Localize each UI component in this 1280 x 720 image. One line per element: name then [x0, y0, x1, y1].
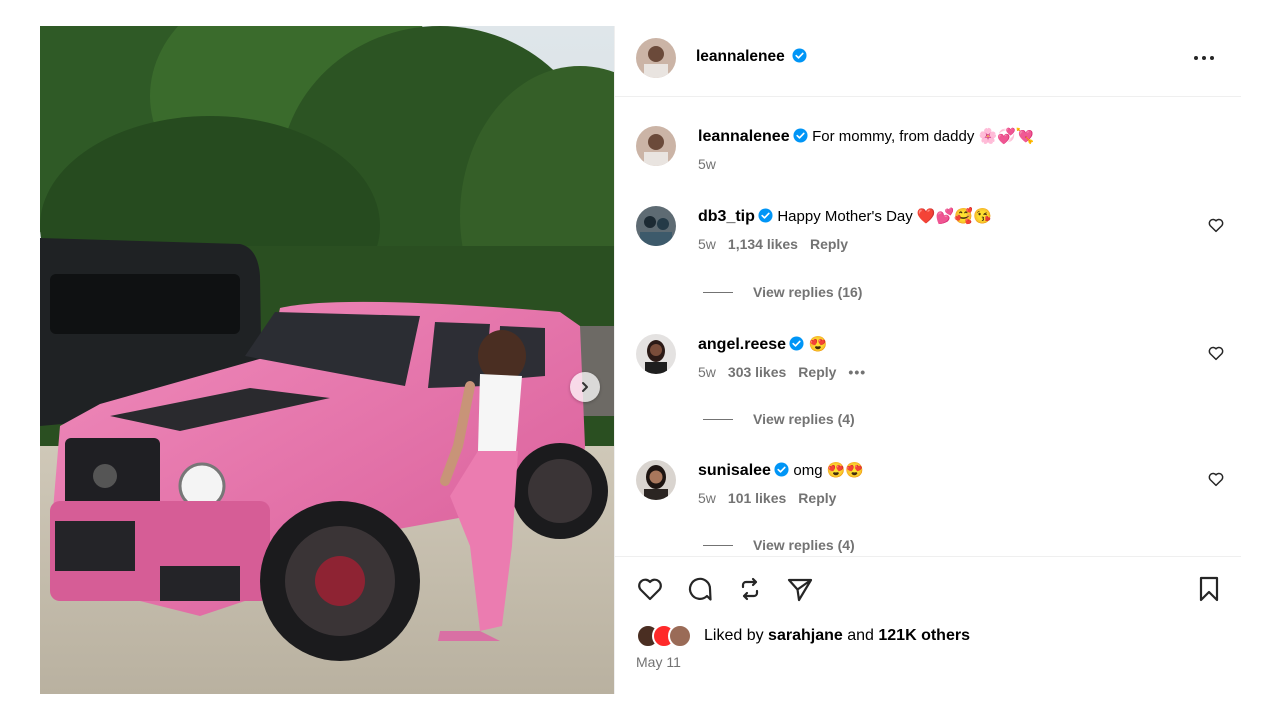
like-icon[interactable]	[635, 574, 665, 604]
heart-icon[interactable]	[1207, 216, 1225, 234]
caption-text: leannalenee For mommy, from daddy 🌸💞💘	[698, 126, 1181, 148]
caption-username[interactable]: leannalenee	[698, 128, 790, 145]
comment-icon[interactable]	[685, 574, 715, 604]
heart-icon[interactable]	[1207, 470, 1225, 488]
author-username-text[interactable]: leannalenee	[696, 48, 785, 65]
replies-divider	[703, 291, 733, 293]
reply-button[interactable]: Reply	[810, 236, 848, 252]
reply-button[interactable]: Reply	[798, 490, 836, 506]
verified-icon	[774, 462, 789, 477]
verified-icon	[793, 128, 808, 143]
post-image	[40, 26, 614, 694]
comment-meta: 5w 1,134 likes Reply	[698, 236, 1181, 252]
comment-text: angel.reese 😍	[698, 334, 1181, 356]
comment-username[interactable]: angel.reese	[698, 336, 786, 353]
caption-message: For mommy, from daddy 🌸💞💘	[812, 128, 1035, 145]
view-replies-label: View replies (4)	[753, 537, 855, 553]
comment-body: sunisalee omg 😍😍 5w 101 likes Reply	[698, 460, 1181, 506]
verified-icon	[792, 48, 807, 63]
more-options-button[interactable]	[1191, 46, 1217, 70]
chevron-right-icon	[582, 382, 588, 392]
view-replies-label: View replies (16)	[753, 284, 863, 300]
post-photo[interactable]	[40, 26, 614, 694]
comment-meta: 5w 303 likes Reply •••	[698, 364, 1181, 380]
comment-message: omg 😍😍	[793, 462, 865, 479]
more-horizontal-icon	[1194, 56, 1214, 60]
comment-username[interactable]: db3_tip	[698, 208, 755, 225]
liked-by-joiner: and	[847, 627, 874, 644]
comment-message: Happy Mother's Day ❤️💕🥰😘	[777, 208, 992, 225]
post-date[interactable]: May 11	[636, 654, 681, 670]
post-header: leannalenee	[615, 26, 1241, 97]
next-photo-button[interactable]	[570, 372, 600, 402]
liker-avatars	[636, 624, 698, 648]
comment-time[interactable]: 5w	[698, 490, 716, 506]
author-username[interactable]: leannalenee	[696, 48, 807, 66]
liked-by-user[interactable]: sarahjane	[768, 627, 843, 645]
avatar[interactable]	[636, 334, 676, 374]
comment-message: 😍	[808, 336, 828, 353]
comment-likes[interactable]: 101 likes	[728, 490, 786, 506]
liked-by-others[interactable]: 121K others	[878, 627, 970, 645]
replies-divider	[703, 418, 733, 420]
share-icon[interactable]	[735, 574, 765, 604]
view-replies-button[interactable]: View replies (16)	[703, 284, 862, 300]
comment-likes[interactable]: 303 likes	[728, 364, 786, 380]
bookmark-icon[interactable]	[1194, 574, 1224, 604]
comment-text: sunisalee omg 😍😍	[698, 460, 1181, 482]
view-replies-label: View replies (4)	[753, 411, 855, 427]
caption-meta: 5w	[698, 156, 1181, 172]
post-actions: Liked by sarahjane and 121K others May 1…	[615, 556, 1241, 694]
view-replies-button[interactable]: View replies (4)	[703, 411, 855, 427]
comment-body: db3_tip Happy Mother's Day ❤️💕🥰😘 5w 1,13…	[698, 206, 1181, 252]
replies-divider	[703, 544, 733, 546]
verified-icon	[758, 208, 773, 223]
comment-more-button[interactable]: •••	[848, 364, 866, 380]
liked-by: Liked by sarahjane and 121K others	[636, 624, 970, 648]
liker-avatar[interactable]	[668, 624, 692, 648]
comments-list[interactable]: leannalenee For mommy, from daddy 🌸💞💘 5w…	[615, 98, 1241, 554]
avatar[interactable]	[636, 206, 676, 246]
author-avatar[interactable]	[636, 38, 676, 78]
liked-by-prefix: Liked by	[704, 627, 764, 644]
comment-username[interactable]: sunisalee	[698, 462, 771, 479]
view-replies-button[interactable]: View replies (4)	[703, 537, 855, 553]
avatar[interactable]	[636, 460, 676, 500]
comment-likes[interactable]: 1,134 likes	[728, 236, 798, 252]
comment-time[interactable]: 5w	[698, 364, 716, 380]
comment-text: db3_tip Happy Mother's Day ❤️💕🥰😘	[698, 206, 1181, 228]
post-side-panel: leannalenee leannalenee For mommy, from …	[614, 26, 1241, 694]
heart-icon[interactable]	[1207, 344, 1225, 362]
caption-body: leannalenee For mommy, from daddy 🌸💞💘 5w	[698, 126, 1181, 172]
reply-button[interactable]: Reply	[798, 364, 836, 380]
comment-body: angel.reese 😍 5w 303 likes Reply •••	[698, 334, 1181, 380]
avatar[interactable]	[636, 126, 676, 166]
comment-time[interactable]: 5w	[698, 236, 716, 252]
send-icon[interactable]	[785, 574, 815, 604]
comment-meta: 5w 101 likes Reply	[698, 490, 1181, 506]
caption-time[interactable]: 5w	[698, 156, 716, 172]
verified-icon	[789, 336, 804, 351]
instagram-post: leannalenee leannalenee For mommy, from …	[40, 26, 1241, 694]
